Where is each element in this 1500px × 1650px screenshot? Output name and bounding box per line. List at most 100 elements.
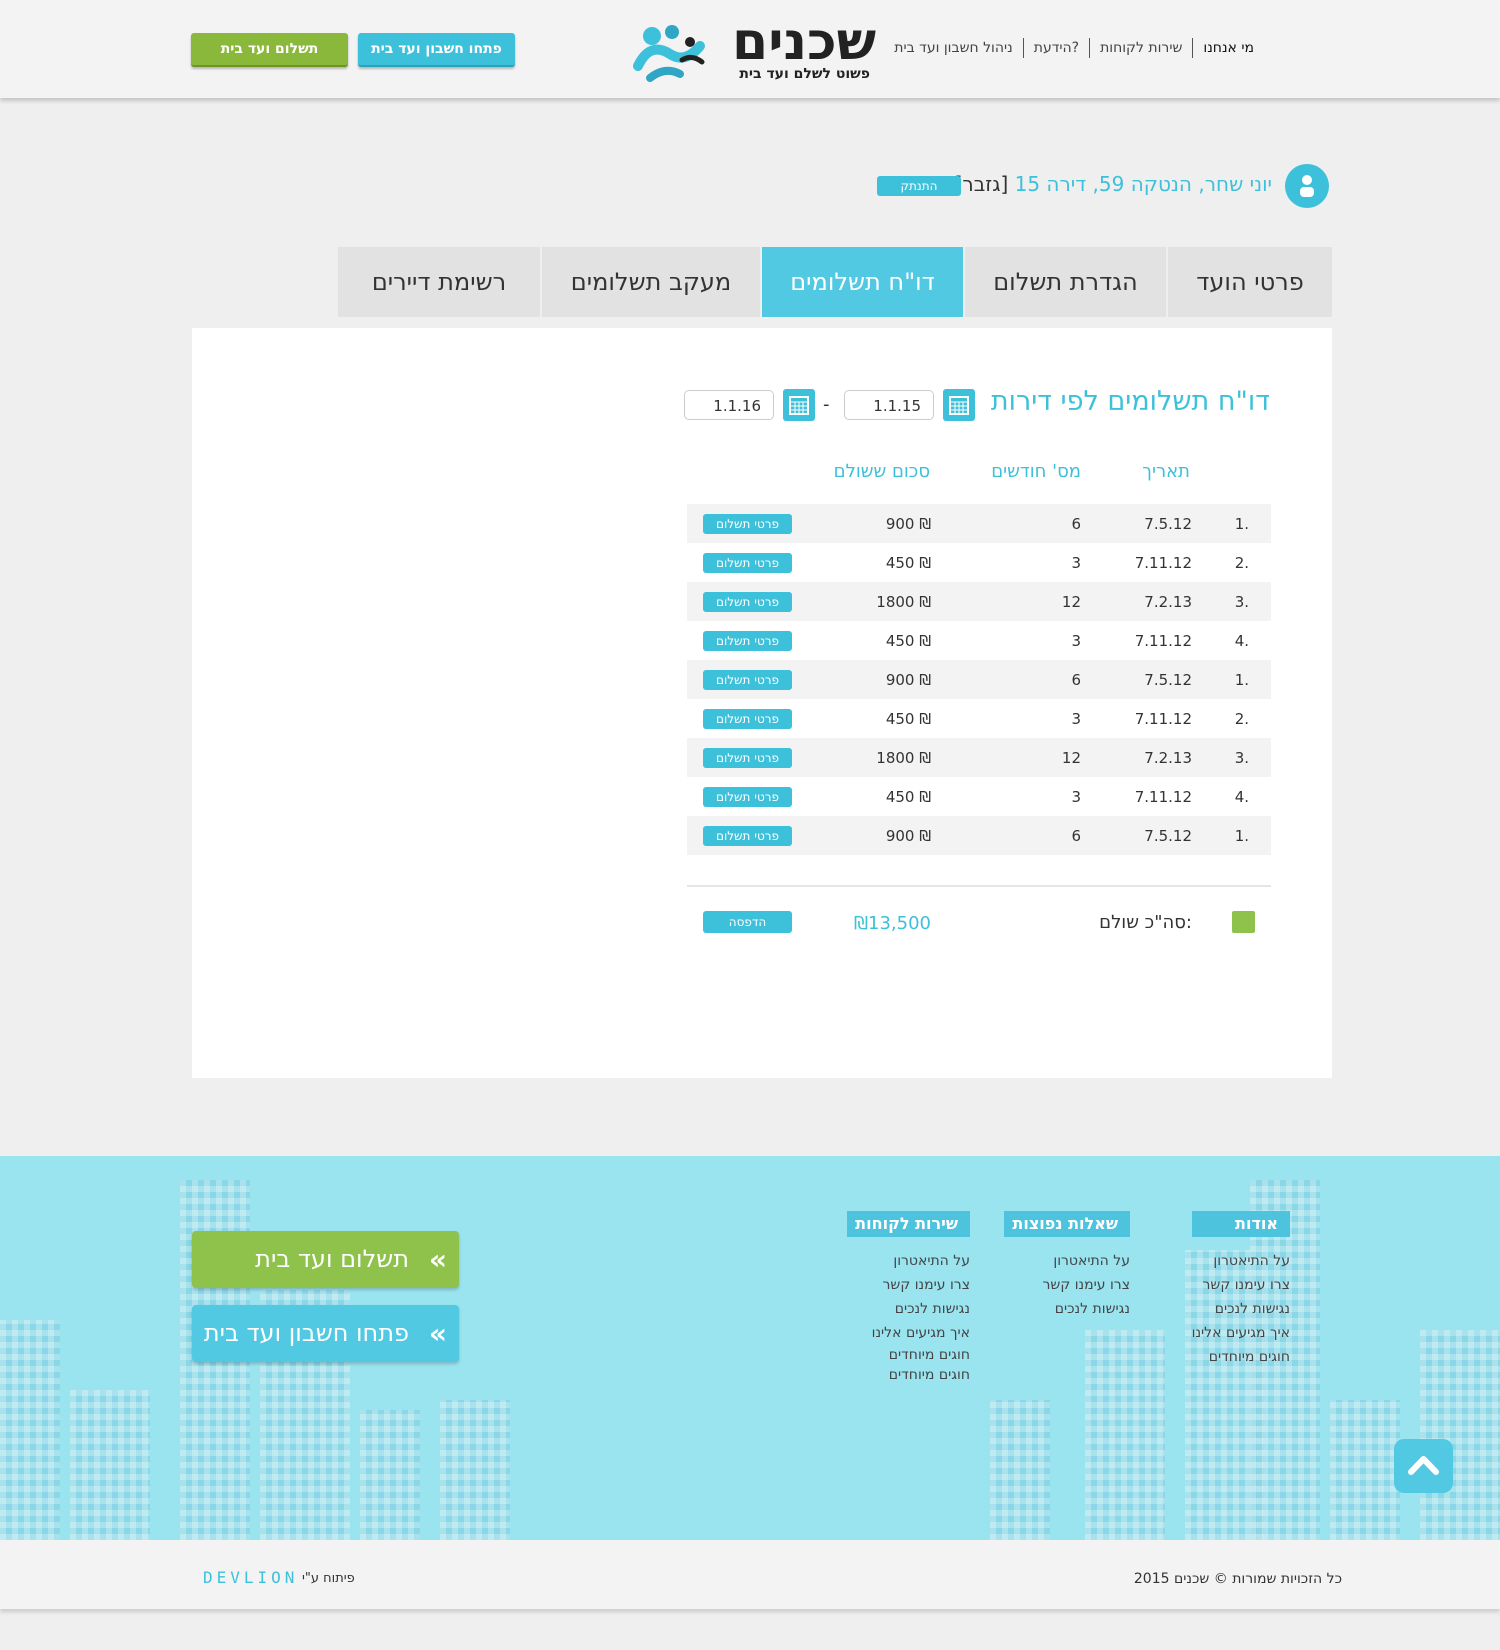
row-months: 3	[1071, 631, 1081, 650]
payment-details-button[interactable]: פרטי תשלום	[703, 825, 792, 846]
row-amount: 1800 ₪	[876, 748, 931, 767]
building-decoration	[1420, 1330, 1500, 1540]
payment-details-button[interactable]: פרטי תשלום	[703, 552, 792, 573]
payment-details-button[interactable]: פרטי תשלום	[703, 669, 792, 690]
row-amount: 450 ₪	[885, 553, 931, 572]
double-chevron-icon: «	[428, 1317, 447, 1350]
footer-column-faq: שאלות נפוצות על התיאטרון צרו עימנו קשר נ…	[1004, 1211, 1130, 1321]
payments-table: 1. 7.5.12 6 900 ₪ פרטי תשלום 2. 7.11.12 …	[687, 504, 1271, 855]
payment-details-button[interactable]: פרטי תשלום	[703, 747, 792, 768]
row-amount: 1800 ₪	[876, 592, 931, 611]
footer-column-about: אודות על התיאטרון צרו עימנו קשר נגישות ל…	[1191, 1211, 1291, 1369]
double-chevron-icon: «	[428, 1243, 447, 1276]
total-value: ₪13,500	[853, 913, 931, 934]
tab-committee-details[interactable]: פרטי הועד	[1166, 247, 1332, 317]
total-label: סה"כ שולם:	[1099, 912, 1192, 933]
tab-payments-report[interactable]: דו"ח תשלומים	[760, 247, 963, 317]
row-number: 1.	[1234, 514, 1249, 533]
building-decoration	[1085, 1330, 1165, 1540]
developer-label: פיתוח ע"י	[302, 1571, 355, 1586]
tab-tenants-list[interactable]: רשימת דיירים	[336, 247, 540, 317]
date-range-separator: -	[823, 394, 830, 415]
footer-link[interactable]: חוגים מיוחדים	[847, 1365, 970, 1385]
footer-link[interactable]: על התיאטרון	[1004, 1249, 1130, 1273]
table-row: 2. 7.11.12 3 450 ₪ פרטי תשלום	[687, 699, 1271, 738]
footer-link[interactable]: איך מגיעים אלינו	[847, 1321, 970, 1345]
row-amount: 450 ₪	[885, 631, 931, 650]
row-amount: 450 ₪	[885, 787, 931, 806]
calendar-icon[interactable]	[943, 389, 975, 421]
calendar-icon[interactable]	[783, 389, 815, 421]
nav-customer-service[interactable]: שירות לקוחות	[1089, 38, 1192, 58]
row-amount: 900 ₪	[885, 826, 931, 845]
row-months: 6	[1071, 514, 1081, 533]
print-button[interactable]: הדפסה	[703, 911, 792, 933]
footer-pay-button[interactable]: תשלום ועד בית «	[192, 1231, 459, 1288]
logo[interactable]: שכנים פשוט לשלם ועד בית	[630, 14, 876, 84]
column-header-date: תאריך	[1142, 461, 1190, 482]
nav-manage-account[interactable]: ניהול חשבון ועד בית	[884, 38, 1022, 58]
footer-pay-label: תשלום ועד בית	[255, 1245, 409, 1273]
row-number: 2.	[1234, 709, 1249, 728]
top-nav: מי אנחנו שירות לקוחות הידעת? ניהול חשבון…	[884, 38, 1264, 58]
nav-about[interactable]: מי אנחנו	[1192, 38, 1264, 58]
table-row: 4. 7.11.12 3 450 ₪ פרטי תשלום	[687, 777, 1271, 816]
building-decoration	[440, 1400, 510, 1540]
divider	[687, 885, 1271, 887]
tabs: פרטי הועד הגדרת תשלום דו"ח תשלומים מעקב …	[336, 247, 1332, 317]
building-decoration	[1330, 1400, 1400, 1540]
chevron-up-icon[interactable]	[1394, 1439, 1453, 1493]
row-date: 7.11.12	[1134, 553, 1192, 572]
footer-link[interactable]: נגישות לנכים	[847, 1297, 970, 1321]
table-row: 1. 7.5.12 6 900 ₪ פרטי תשלום	[687, 816, 1271, 855]
row-number: 4.	[1234, 787, 1249, 806]
row-number: 1.	[1234, 670, 1249, 689]
date-from-input[interactable]: 1.1.15	[844, 390, 934, 420]
developer-logo[interactable]: DEVLION	[203, 1568, 298, 1587]
table-row: 3. 7.2.13 12 1800 ₪ פרטי תשלום	[687, 582, 1271, 621]
footer-link[interactable]: חוגים מיוחדים	[1192, 1345, 1290, 1369]
footer-link[interactable]: צרו עימנו קשר	[1192, 1273, 1291, 1297]
total-marker	[1232, 911, 1255, 933]
row-number: 3.	[1234, 592, 1249, 611]
pay-button[interactable]: תשלום ועד בית	[191, 33, 348, 67]
footer-link[interactable]: על התיאטרון	[1192, 1249, 1290, 1273]
payment-details-button[interactable]: פרטי תשלום	[703, 630, 792, 651]
logout-button[interactable]: התנתק	[877, 176, 961, 196]
row-date: 7.2.13	[1144, 592, 1192, 611]
row-amount: 450 ₪	[885, 709, 931, 728]
row-months: 12	[1061, 748, 1081, 767]
footer-column-service: שירות לקוחות על התיאטרון צרו עימנו קשר נ…	[847, 1211, 970, 1385]
table-row: 1. 7.5.12 6 900 ₪ פרטי תשלום	[687, 660, 1271, 699]
logo-figures-icon	[633, 25, 705, 82]
payment-details-button[interactable]: פרטי תשלום	[703, 786, 792, 807]
building-decoration	[0, 1320, 60, 1540]
table-row: 4. 7.11.12 3 450 ₪ פרטי תשלום	[687, 621, 1271, 660]
row-amount: 900 ₪	[885, 670, 931, 689]
footer-link[interactable]: צרו עימנו קשר	[847, 1273, 971, 1297]
footer-link[interactable]: על התיאטרון	[847, 1249, 970, 1273]
footer-link[interactable]: צרו עימנו קשר	[1004, 1273, 1131, 1297]
nav-did-you-know[interactable]: הידעת?	[1022, 38, 1089, 58]
payment-details-button[interactable]: פרטי תשלום	[703, 591, 792, 612]
footer-link[interactable]: איך מגיעים אלינו	[1192, 1321, 1290, 1345]
footer-column-title: שאלות נפוצות	[1004, 1211, 1130, 1237]
date-to-input[interactable]: 1.1.16	[684, 390, 774, 420]
row-months: 3	[1071, 553, 1081, 572]
user-info: יוני שחר, הנטקה 59, דירה 15 [גזבר]	[955, 172, 1272, 196]
footer-open-account-button[interactable]: פתחו חשבון ועד בית «	[192, 1305, 459, 1362]
payment-details-button[interactable]: פרטי תשלום	[703, 513, 792, 534]
logo-tagline: פשוט לשלם ועד בית	[739, 66, 870, 82]
row-number: 4.	[1234, 631, 1249, 650]
tab-payments-tracking[interactable]: מעקב תשלומים	[540, 247, 760, 317]
footer-link[interactable]: חוגים מיוחדים	[847, 1345, 970, 1365]
open-account-button[interactable]: פתחו חשבון ועד בית	[358, 33, 515, 67]
payment-details-button[interactable]: פרטי תשלום	[703, 708, 792, 729]
row-amount: 900 ₪	[885, 514, 931, 533]
row-date: 7.2.13	[1144, 748, 1192, 767]
footer-link[interactable]: נגישות לנכים	[1004, 1297, 1130, 1321]
tab-payment-settings[interactable]: הגדרת תשלום	[963, 247, 1166, 317]
building-decoration	[360, 1410, 420, 1540]
row-number: 3.	[1234, 748, 1249, 767]
footer-link[interactable]: נגישות לנכים	[1192, 1297, 1290, 1321]
